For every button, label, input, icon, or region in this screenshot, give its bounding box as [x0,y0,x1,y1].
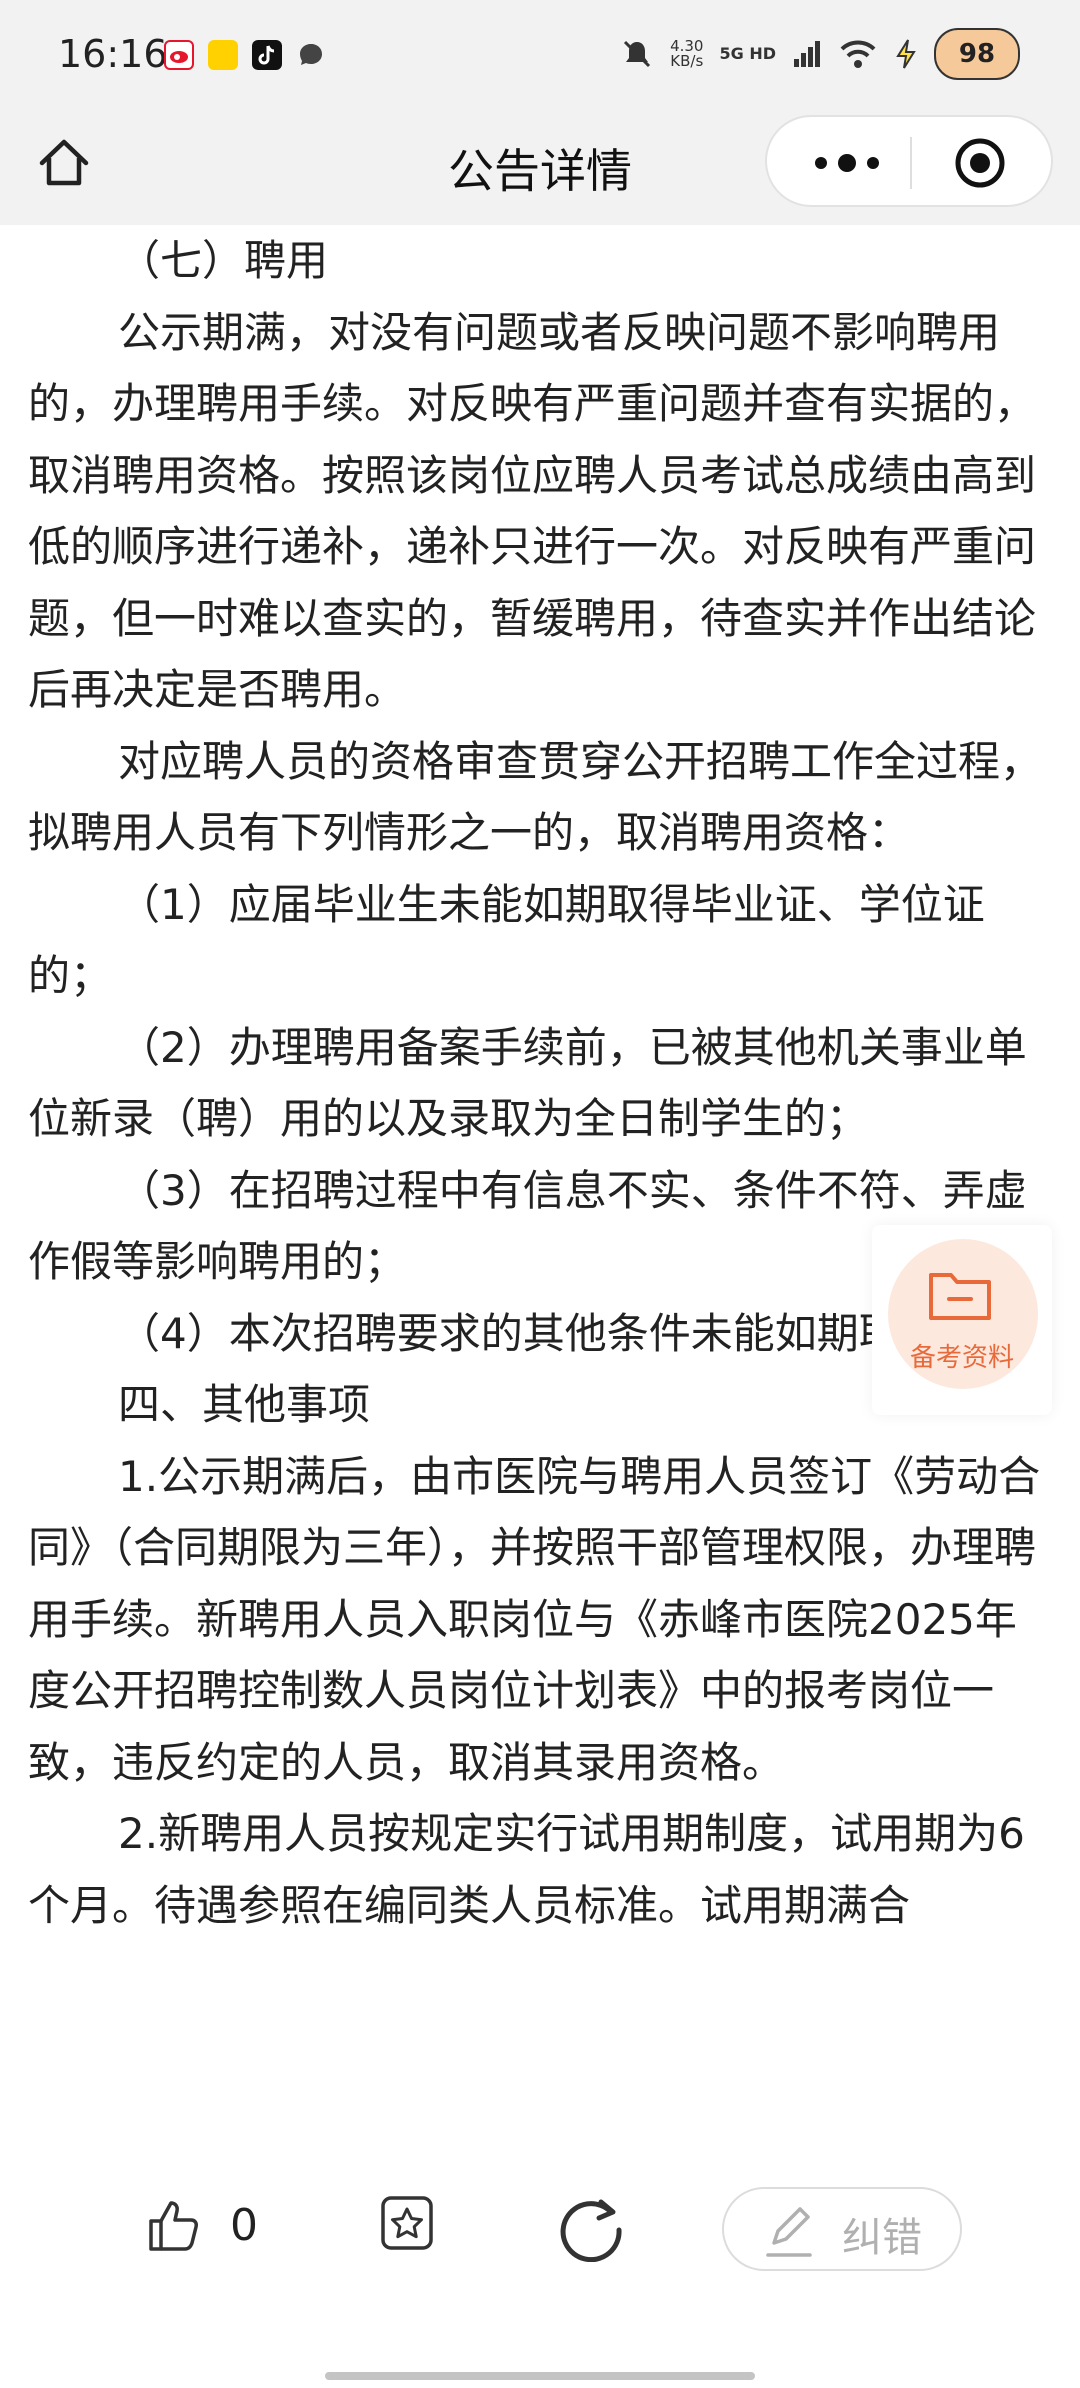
edit-pen-icon [766,2207,812,2257]
article-paragraph: 1.公示期满后，由市医院与聘用人员签订《劳动合同》（合同期限为三年），并按照干部… [28,1451,1041,1787]
flash-icon [896,39,916,69]
target-icon[interactable] [952,135,1008,191]
nav-bar: 公告详情 [0,115,1080,225]
status-indicators: 4.30 KB/s 5G HD 98 [620,28,1020,80]
share-icon[interactable] [555,2190,627,2262]
mute-bell-icon [624,40,651,68]
home-indicator[interactable] [325,2372,755,2380]
article-paragraph: 公示期满，对没有问题或者反映问题不影响聘用的，办理聘用手续。对反映有严重问题并查… [28,307,1037,715]
network-speed: 4.30 KB/s [670,39,703,69]
study-materials-button[interactable]: 备考资料 [872,1225,1052,1415]
report-error-label: 纠错 [842,2215,922,2261]
status-app-icons [164,40,326,70]
like-count: 0 [230,2200,258,2251]
bottom-action-bar: 0 纠错 [0,2155,1080,2388]
status-bar: 16:16 4.30 KB/s 5G HD 98 [0,0,1080,115]
report-error-button[interactable]: 纠错 [722,2187,962,2271]
thumbs-up-icon[interactable] [145,2195,205,2255]
message-icon [296,40,326,70]
article-body: （七）聘用 公示期满，对没有问题或者反映问题不影响聘用的，办理聘用手续。对反映有… [28,225,1048,2155]
status-time: 16:16 [58,32,168,76]
article-paragraph: 2.新聘用人员按规定实行试用期制度，试用期为6个月。待遇参照在编同类人员标准。试… [28,1809,1025,1930]
signal-icon [794,41,820,67]
mini-program-capsule [765,115,1053,207]
more-icon[interactable] [807,145,887,181]
article-paragraph: （2）办理聘用备案手续前，已被其他机关事业单位新录（聘）用的以及录取为全日制学生… [28,1022,1027,1144]
tiktok-icon [252,40,282,70]
study-materials-label: 备考资料 [909,1343,1014,1373]
capsule-divider [910,137,912,189]
article-paragraph: 对应聘人员的资格审查贯穿公开招聘工作全过程，拟聘用人员有下列情形之一的，取消聘用… [28,736,1043,858]
network-type: 5G HD [719,44,776,63]
speed-unit: KB/s [670,52,704,70]
folder-icon [929,1273,991,1320]
battery-indicator: 98 [934,28,1020,80]
meituan-icon [208,40,238,70]
article-paragraph: （1）应届毕业生未能如期取得毕业证、学位证的； [28,879,985,1001]
favorite-star-icon[interactable] [375,2192,439,2256]
article-paragraph: （七）聘用 [118,236,329,285]
wifi-icon [840,40,876,68]
weibo-icon [164,40,194,70]
